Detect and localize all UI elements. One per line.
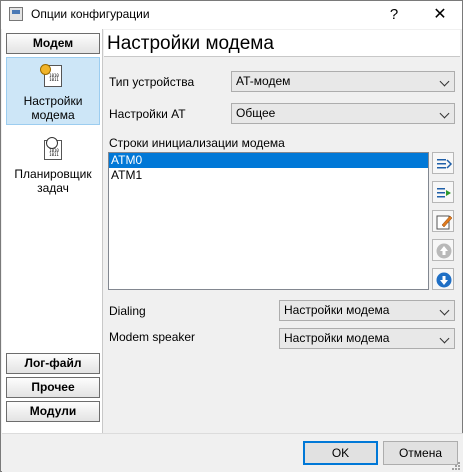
move-up-button[interactable] xyxy=(432,239,454,261)
device-type-select[interactable]: AT-модем xyxy=(231,71,455,92)
chevron-down-icon xyxy=(439,76,450,87)
title-bar: Опции конфигурации ? ✕ xyxy=(1,1,462,29)
help-button[interactable]: ? xyxy=(371,1,417,29)
edit-button[interactable] xyxy=(432,210,454,232)
app-icon xyxy=(9,7,23,21)
list-item[interactable]: ATM1 xyxy=(109,168,428,183)
dialing-label: Dialing xyxy=(109,304,146,318)
move-up-icon xyxy=(436,243,452,259)
close-button[interactable]: ✕ xyxy=(417,1,463,29)
ok-button[interactable]: OK xyxy=(303,441,378,465)
move-down-button[interactable] xyxy=(432,268,454,290)
modem-speaker-label: Modem speaker xyxy=(109,330,196,344)
resize-grip-icon[interactable] xyxy=(452,462,461,471)
init-strings-list[interactable]: ATM0 ATM1 xyxy=(108,152,429,290)
cancel-button[interactable]: Отмена xyxy=(383,441,458,465)
nav-button-misc[interactable]: Прочее xyxy=(6,377,100,398)
insert-line-button[interactable] xyxy=(432,181,454,203)
chevron-down-icon xyxy=(439,333,450,344)
chevron-down-icon xyxy=(439,108,450,119)
dialing-value: Настройки модема xyxy=(284,303,390,317)
nav-item-scheduler[interactable]: Планировщик задач xyxy=(6,137,100,203)
list-item[interactable]: ATM0 xyxy=(109,153,428,168)
edit-icon xyxy=(436,215,453,230)
insert-line-icon xyxy=(437,188,451,198)
chevron-down-icon xyxy=(439,305,450,316)
at-settings-label: Настройки AT xyxy=(109,107,186,121)
nav-button-log-file[interactable]: Лог-файл xyxy=(6,353,100,374)
modem-speaker-select[interactable]: Настройки модема xyxy=(279,328,455,349)
add-line-button[interactable] xyxy=(432,152,454,174)
modem-settings-icon xyxy=(40,64,66,90)
nav-item-label: Настройки модема xyxy=(23,94,83,122)
nav-item-label: Планировщик задач xyxy=(14,167,92,195)
scheduler-clock-icon xyxy=(40,137,66,163)
panel-title: Настройки модема xyxy=(104,30,460,57)
nav-item-modem-settings[interactable]: Настройки модема xyxy=(6,57,100,125)
at-settings-value: Общее xyxy=(236,106,276,120)
init-strings-label: Строки инициализации модема xyxy=(109,136,285,150)
move-down-icon xyxy=(436,272,452,288)
add-line-icon xyxy=(437,159,453,169)
device-type-value: AT-модем xyxy=(236,74,291,88)
nav-header-modem[interactable]: Модем xyxy=(6,33,100,54)
device-type-label: Тип устройства xyxy=(109,75,195,89)
dialing-select[interactable]: Настройки модема xyxy=(279,300,455,321)
left-nav: Модем Настройки модема Планировщик задач… xyxy=(2,29,103,433)
config-options-dialog: Опции конфигурации ? ✕ Модем Настройки м… xyxy=(0,0,463,472)
nav-button-modules[interactable]: Модули xyxy=(6,401,100,422)
at-settings-select[interactable]: Общее xyxy=(231,103,455,124)
window-title: Опции конфигурации xyxy=(31,7,150,21)
modem-speaker-value: Настройки модема xyxy=(284,331,390,345)
